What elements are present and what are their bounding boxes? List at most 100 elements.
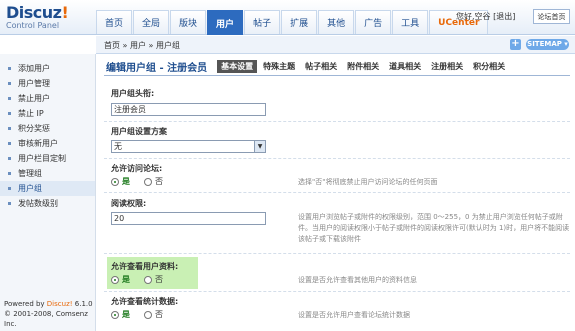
radio-selected-icon[interactable]	[111, 310, 119, 319]
chevron-down-icon: ▼	[254, 141, 265, 152]
bullet-icon	[8, 157, 11, 160]
discuz-logo: Discuz! Control Panel	[6, 3, 96, 30]
breadcrumb-bar: 首页 » 用户 » 用户组 + SITEMAP ▾	[96, 36, 575, 54]
radio-empty-icon[interactable]	[144, 275, 152, 284]
sidebar-item-admin-groups[interactable]: 管理组	[0, 166, 95, 181]
divider	[104, 291, 570, 292]
sidebar-item-user-manage[interactable]: 用户管理	[0, 76, 95, 91]
sidebar-item-label: 积分奖惩	[18, 124, 50, 133]
tab-credits[interactable]: 积分相关	[469, 60, 509, 73]
sidebar-item-label: 添加用户	[18, 64, 50, 73]
user-greeting: 您好,空谷 [退出]	[456, 11, 515, 22]
header-bar: Discuz! Control Panel 首页 全局 版块 用户 帖子 扩展 …	[0, 0, 575, 35]
logo-brand: Discuz	[6, 3, 62, 22]
tab-attachments[interactable]: 附件相关	[343, 60, 383, 73]
divider	[104, 158, 570, 159]
sidebar-item-label: 禁止用户	[18, 94, 50, 103]
logout-link[interactable]: [退出]	[493, 12, 515, 21]
forum-home-button[interactable]: 论坛首页	[533, 9, 570, 24]
scheme-select-value: 无	[114, 142, 122, 151]
view-profile-yes[interactable]: 是	[111, 274, 130, 285]
page-title: 编辑用户组 - 注册会员	[106, 63, 208, 74]
copyright-text: © 2001-2008, Comsenz Inc.	[4, 310, 88, 328]
logo-subtitle: Control Panel	[6, 21, 60, 30]
nav-tab-posts[interactable]: 帖子	[244, 10, 281, 34]
sitemap-button[interactable]: SITEMAP ▾	[526, 39, 569, 50]
sidebar: 添加用户 用户管理 禁止用户 禁止 IP 积分奖惩 审核新用户 用户栏目定制 管…	[0, 54, 96, 331]
radio-selected-icon[interactable]	[111, 177, 119, 186]
sidebar-item-label: 禁止 IP	[18, 109, 44, 118]
nav-tab-global[interactable]: 全局	[133, 10, 170, 34]
main-content: 编辑用户组 - 注册会员 基本设置 特殊主题 帖子相关 附件相关 道具相关 注册…	[104, 58, 570, 319]
bullet-icon	[8, 202, 11, 205]
bullet-icon	[8, 142, 11, 145]
tab-register[interactable]: 注册相关	[427, 60, 467, 73]
nav-tab-users[interactable]: 用户	[207, 10, 244, 35]
nav-tab-forums[interactable]: 版块	[170, 10, 207, 34]
product-version: 6.1.0	[74, 300, 93, 308]
scheme-select[interactable]: 无 ▼	[111, 140, 266, 153]
sidebar-item-label: 用户组	[18, 184, 42, 193]
scheme-label: 用户组设置方案	[111, 127, 167, 136]
radio-no-label: 否	[155, 177, 163, 186]
bullet-icon	[8, 67, 11, 70]
tab-basic[interactable]: 基本设置	[217, 60, 258, 73]
main-nav: 首页 全局 版块 用户 帖子 扩展 其他 广告 工具 UCenter	[96, 10, 489, 35]
edit-group-tabs: 编辑用户组 - 注册会员 基本设置 特殊主题 帖子相关 附件相关 道具相关 注册…	[104, 58, 570, 76]
radio-no-label: 否	[155, 310, 163, 319]
divider	[104, 121, 570, 122]
allow-visit-label: 允许访问论坛:	[111, 164, 163, 173]
view-stats-help: 设置是否允许用户查看论坛统计数据	[298, 311, 410, 319]
radio-empty-icon[interactable]	[144, 177, 152, 186]
tab-magic[interactable]: 道具相关	[385, 60, 425, 73]
radio-yes-label: 是	[122, 275, 130, 284]
bullet-icon	[8, 127, 11, 130]
product-name[interactable]: Discuz!	[47, 300, 73, 308]
view-stats-yes[interactable]: 是	[111, 309, 130, 320]
tab-special-threads[interactable]: 特殊主题	[259, 60, 299, 73]
nav-tab-other[interactable]: 其他	[318, 10, 355, 34]
divider	[104, 192, 570, 193]
sidebar-item-review-users[interactable]: 审核新用户	[0, 136, 95, 151]
nav-tab-extensions[interactable]: 扩展	[281, 10, 318, 34]
logo-bang: !	[61, 3, 69, 22]
greeting-text: 您好,空谷	[456, 12, 491, 21]
bullet-icon	[8, 82, 11, 85]
sidebar-item-add-user[interactable]: 添加用户	[0, 61, 95, 76]
sidebar-item-ban-user[interactable]: 禁止用户	[0, 91, 95, 106]
allow-visit-help: 选择"否"将彻底禁止用户访问论坛的任何页面	[298, 178, 438, 186]
group-title-input[interactable]: 注册会员	[111, 103, 266, 116]
tab-posts[interactable]: 帖子相关	[301, 60, 341, 73]
sidebar-footer: Powered by Discuz! 6.1.0 © 2001-2008, Co…	[4, 299, 95, 329]
view-profile-label: 允许查看用户资料:	[111, 262, 179, 271]
view-stats-no[interactable]: 否	[144, 309, 163, 320]
sidebar-item-label: 管理组	[18, 169, 42, 178]
sidebar-item-label: 发帖数级别	[18, 199, 58, 208]
radio-selected-icon[interactable]	[111, 275, 119, 284]
sidebar-item-custom-fields[interactable]: 用户栏目定制	[0, 151, 95, 166]
radio-no-label: 否	[155, 275, 163, 284]
nav-tab-ads[interactable]: 广告	[355, 10, 392, 34]
sidebar-item-post-ranks[interactable]: 发帖数级别	[0, 196, 95, 211]
read-access-input[interactable]: 20	[111, 212, 266, 225]
bullet-icon	[8, 172, 11, 175]
divider	[104, 253, 570, 254]
view-stats-label: 允许查看统计数据:	[111, 297, 179, 306]
allow-visit-no[interactable]: 否	[144, 176, 163, 187]
sidebar-item-credits[interactable]: 积分奖惩	[0, 121, 95, 136]
radio-yes-label: 是	[122, 177, 130, 186]
sidebar-item-label: 审核新用户	[18, 139, 58, 148]
bullet-icon	[8, 112, 11, 115]
view-profile-help: 设置是否允许查看其他用户的资料信息	[298, 276, 417, 284]
sidebar-item-label: 用户栏目定制	[18, 154, 66, 163]
allow-visit-yes[interactable]: 是	[111, 176, 130, 187]
nav-tab-tools[interactable]: 工具	[392, 10, 429, 34]
nav-tab-home[interactable]: 首页	[96, 10, 133, 34]
sidebar-item-user-groups[interactable]: 用户组	[0, 181, 95, 196]
sidebar-item-ban-ip[interactable]: 禁止 IP	[0, 106, 95, 121]
read-access-help: 设置用户浏览帖子或附件的权限级别，范围 0～255，0 为禁止用户浏览任何帖子或…	[298, 213, 570, 243]
add-shortcut-button[interactable]: +	[510, 39, 521, 50]
view-profile-no[interactable]: 否	[144, 274, 163, 285]
bullet-icon	[8, 97, 11, 100]
radio-empty-icon[interactable]	[144, 310, 152, 319]
